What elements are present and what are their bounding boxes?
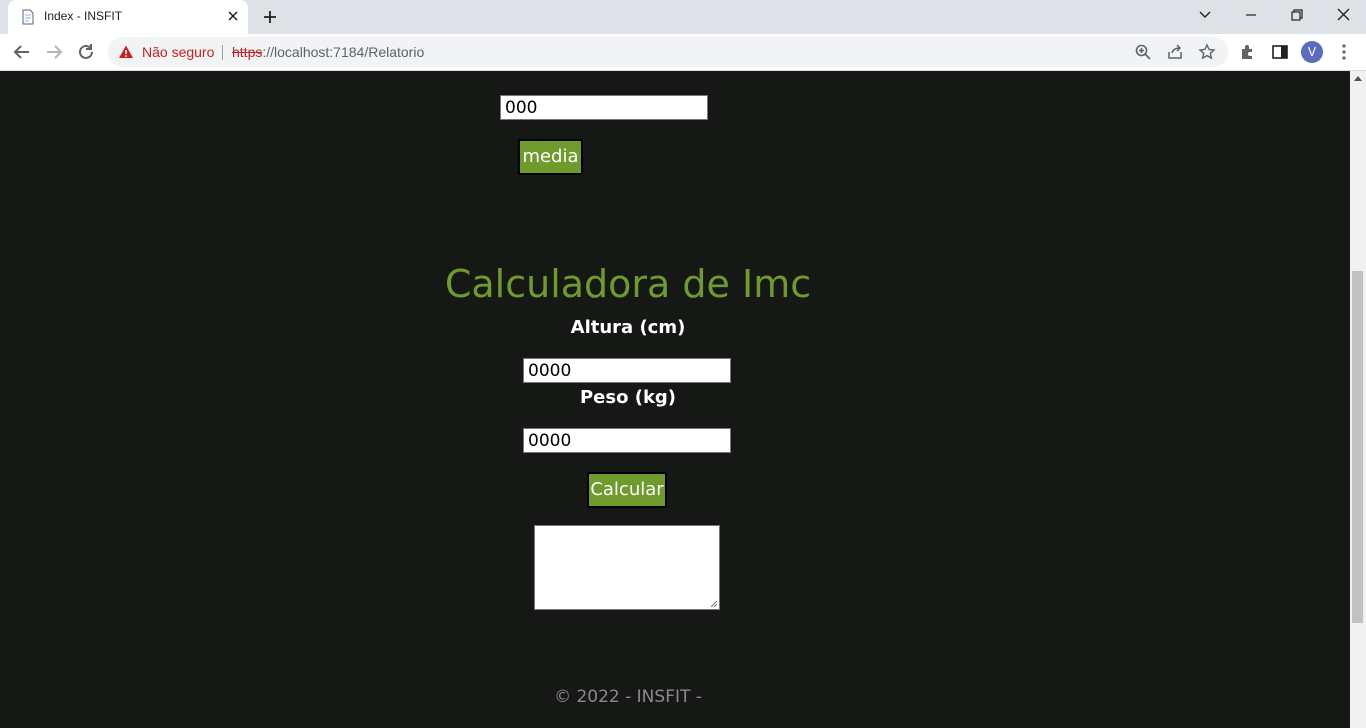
vertical-scrollbar[interactable] [1350,71,1366,728]
result-textarea[interactable] [534,525,720,610]
forward-arrow-icon[interactable] [42,40,66,64]
restore-icon[interactable] [1284,4,1310,26]
height-input[interactable] [523,358,731,383]
browser-toolbar: Não seguro https://localhost:7184/Relato… [0,34,1366,71]
url-scheme: https [232,44,263,60]
url-text[interactable]: https://localhost:7184/Relatorio [232,44,424,60]
zoom-icon[interactable] [1134,43,1152,61]
calculate-button[interactable]: Calcular [587,472,667,508]
clipped-label-fragment [500,71,610,82]
browser-tab[interactable]: Index - INSFIT [8,0,248,34]
profile-avatar[interactable]: V [1301,41,1323,63]
clipped-text-glyphs [500,71,610,77]
scroll-up-arrow-icon[interactable] [1354,76,1362,81]
security-label[interactable]: Não seguro [142,44,214,60]
height-label: Altura (cm) [570,317,686,338]
weight-input[interactable] [523,428,731,453]
menu-dots-icon[interactable] [1334,42,1354,62]
resize-grip-icon[interactable] [710,600,717,607]
close-window-icon[interactable] [1330,4,1356,26]
extensions-icon[interactable] [1238,42,1258,62]
new-tab-icon[interactable] [259,6,281,28]
weight-label: Peso (kg) [579,387,677,408]
scroll-thumb[interactable] [1352,271,1363,623]
page-icon [22,9,34,25]
media-button[interactable]: media [518,139,583,175]
url-path: ://localhost:7184/Relatorio [262,44,425,60]
footer-copyright: © 2022 - INSFIT - [554,687,702,707]
reload-icon[interactable] [74,40,98,64]
side-panel-icon[interactable] [1270,42,1290,62]
close-tab-icon[interactable] [224,7,242,25]
tab-strip: Index - INSFIT [0,0,1366,34]
top-number-input[interactable] [500,95,708,120]
share-icon[interactable] [1166,43,1184,61]
warning-icon[interactable] [118,44,134,60]
minimize-icon[interactable] [1238,4,1264,26]
address-bar[interactable]: Não seguro https://localhost:7184/Relato… [108,37,1228,67]
tab-search-icon[interactable] [1192,4,1218,26]
tab-title: Index - INSFIT [44,9,123,23]
imc-calculator-title: Calculadora de Imc [444,262,812,306]
omnibox-divider [222,45,223,60]
back-arrow-icon[interactable] [10,40,34,64]
page-content: media Calculadora de Imc Altura (cm) Pes… [0,71,1350,728]
bookmark-star-icon[interactable] [1198,43,1216,61]
